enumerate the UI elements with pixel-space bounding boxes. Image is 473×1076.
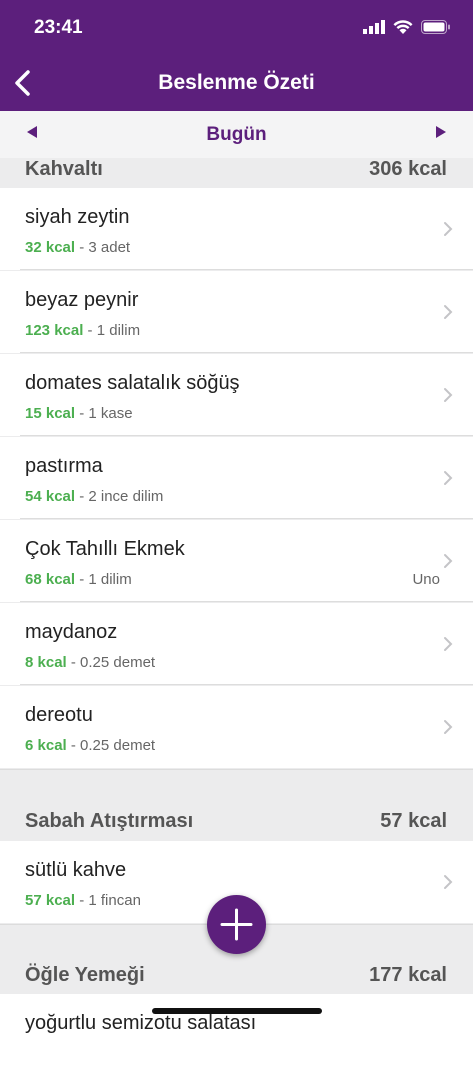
- chevron-right-icon: [444, 388, 453, 402]
- food-meta: 15 kcal - 1 kase: [25, 405, 133, 422]
- food-row[interactable]: siyah zeytin 32 kcal - 3 adet: [0, 188, 473, 270]
- food-name: dereotu: [25, 704, 93, 726]
- row-divider: [20, 518, 473, 519]
- food-meta: 32 kcal - 3 adet: [25, 239, 130, 256]
- food-name: beyaz peynir: [25, 289, 139, 311]
- food-portion: - 0.25 demet: [66, 654, 156, 671]
- status-time: 23:41: [34, 17, 83, 38]
- food-portion: - 1 fincan: [75, 892, 141, 909]
- food-row[interactable]: Çok Tahıllı Ekmek 68 kcal - 1 dilim Uno: [0, 520, 473, 602]
- date-label[interactable]: Bugün: [0, 124, 473, 146]
- status-icons: [363, 20, 451, 34]
- plus-icon: [220, 908, 253, 941]
- food-kcal: 123 kcal: [25, 322, 84, 339]
- food-name: Çok Tahıllı Ekmek: [25, 538, 185, 560]
- food-kcal: 57 kcal: [25, 892, 76, 909]
- signal-icon: [363, 20, 385, 34]
- food-portion: - 2 ince dilim: [75, 488, 164, 505]
- food-name: sütlü kahve: [25, 859, 127, 881]
- food-meta: 6 kcal - 0.25 demet: [25, 737, 155, 754]
- meal-kcal: 57 kcal: [380, 810, 447, 832]
- meal-header-morning-snack: Sabah Atıştırması 57 kcal: [0, 769, 473, 842]
- home-indicator[interactable]: [152, 1008, 322, 1014]
- row-divider: [20, 269, 473, 270]
- food-kcal: 15 kcal: [25, 405, 76, 422]
- food-row[interactable]: beyaz peynir 123 kcal - 1 dilim: [0, 271, 473, 353]
- food-portion: - 0.25 demet: [66, 737, 156, 754]
- food-name: domates salatalık söğüş: [25, 372, 240, 394]
- wifi-icon: [393, 20, 413, 34]
- chevron-right-icon: [444, 471, 453, 485]
- meal-header-breakfast: Kahvaltı 306 kcal: [0, 158, 473, 188]
- add-food-button[interactable]: [207, 895, 266, 954]
- page-title: Beslenme Özeti: [158, 71, 315, 94]
- food-kcal: 54 kcal: [25, 488, 76, 505]
- food-portion: - 1 kase: [75, 405, 133, 422]
- food-row[interactable]: domates salatalık söğüş 15 kcal - 1 kase: [0, 354, 473, 436]
- food-brand: Uno: [412, 571, 440, 588]
- meal-name: Öğle Yemeği: [25, 964, 145, 986]
- food-kcal: 32 kcal: [25, 239, 76, 256]
- row-divider: [20, 435, 473, 436]
- row-divider: [20, 352, 473, 353]
- row-divider: [20, 601, 473, 602]
- battery-icon: [421, 20, 450, 34]
- food-meta: 123 kcal - 1 dilim: [25, 322, 140, 339]
- food-meta: 68 kcal - 1 dilim: [25, 571, 132, 588]
- food-row[interactable]: yoğurtlu semizotu salatası: [0, 994, 473, 1076]
- food-kcal: 8 kcal: [25, 654, 67, 671]
- food-kcal: 68 kcal: [25, 571, 76, 588]
- navigation-bar: Beslenme Özeti: [0, 56, 473, 111]
- food-row[interactable]: dereotu 6 kcal - 0.25 demet: [0, 686, 473, 768]
- meal-kcal: 177 kcal: [369, 964, 447, 986]
- food-meta: 8 kcal - 0.25 demet: [25, 654, 155, 671]
- next-day-icon[interactable]: [436, 126, 446, 138]
- chevron-right-icon: [444, 554, 453, 568]
- date-selector: Bugün: [0, 111, 473, 159]
- chevron-right-icon: [444, 305, 453, 319]
- status-bar: 23:41: [0, 0, 473, 56]
- food-kcal: 6 kcal: [25, 737, 67, 754]
- meal-name: Sabah Atıştırması: [25, 810, 194, 832]
- chevron-right-icon: [444, 222, 453, 236]
- row-divider: [20, 684, 473, 685]
- food-meta: 54 kcal - 2 ince dilim: [25, 488, 163, 505]
- meal-name: Kahvaltı: [25, 158, 103, 180]
- food-portion: - 1 dilim: [83, 322, 141, 339]
- meal-kcal: 306 kcal: [369, 158, 447, 180]
- food-name: maydanoz: [25, 621, 118, 643]
- food-row[interactable]: pastırma 54 kcal - 2 ince dilim: [0, 437, 473, 519]
- food-name: pastırma: [25, 455, 103, 477]
- food-row[interactable]: maydanoz 8 kcal - 0.25 demet: [0, 603, 473, 685]
- food-name: siyah zeytin: [25, 206, 130, 228]
- chevron-right-icon: [444, 637, 453, 651]
- food-portion: - 1 dilim: [75, 571, 132, 588]
- chevron-right-icon: [444, 875, 453, 889]
- food-meta: 57 kcal - 1 fincan: [25, 892, 141, 909]
- food-portion: - 3 adet: [75, 239, 131, 256]
- chevron-right-icon: [444, 720, 453, 734]
